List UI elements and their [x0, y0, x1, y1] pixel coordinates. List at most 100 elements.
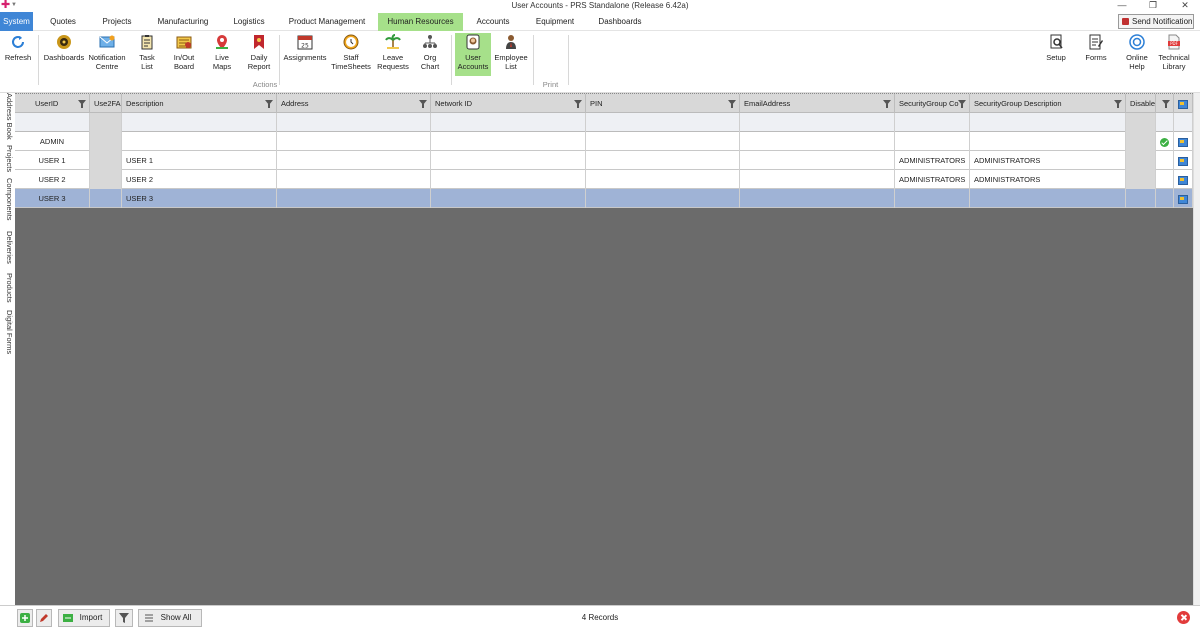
- filter-cell[interactable]: [431, 113, 586, 132]
- refresh-button[interactable]: Refresh: [3, 34, 33, 62]
- filter-icon[interactable]: [419, 100, 427, 108]
- task-list-button[interactable]: Task List: [132, 34, 162, 71]
- cell-securitygroup-code[interactable]: ADMINISTRATORS: [895, 151, 970, 170]
- send-notification-button[interactable]: Send Notification: [1118, 14, 1194, 29]
- cell-address[interactable]: [277, 170, 431, 189]
- online-help-button[interactable]: Online Help: [1122, 34, 1152, 71]
- cell-description[interactable]: USER 3: [122, 189, 277, 208]
- cell-network-id[interactable]: [431, 189, 586, 208]
- notification-centre-button[interactable]: Notification Centre: [86, 34, 128, 71]
- column-header-email[interactable]: EmailAddress: [740, 94, 895, 114]
- column-header-disable[interactable]: Disable: [1126, 94, 1156, 114]
- close-icon[interactable]: [1177, 611, 1190, 624]
- filter-cell[interactable]: [970, 113, 1126, 132]
- inout-board-button[interactable]: In/Out Board: [168, 34, 200, 71]
- column-header-use2fa[interactable]: Use2FA: [90, 94, 122, 114]
- cell-securitygroup-code[interactable]: [895, 189, 970, 208]
- column-header-description[interactable]: Description: [122, 94, 277, 114]
- cell-pin[interactable]: [586, 170, 740, 189]
- forms-button[interactable]: Forms: [1082, 34, 1110, 62]
- employee-list-button[interactable]: Employee List: [494, 34, 528, 71]
- cell-use2fa[interactable]: [90, 151, 122, 170]
- filter-icon[interactable]: [1114, 100, 1122, 108]
- tab-logistics[interactable]: Logistics: [224, 13, 274, 31]
- cell-network-id[interactable]: [431, 170, 586, 189]
- cell-network-id[interactable]: [431, 132, 586, 151]
- cell-securitygroup-description[interactable]: ADMINISTRATORS: [970, 151, 1126, 170]
- column-header-network-id[interactable]: Network ID: [431, 94, 586, 114]
- table-row[interactable]: ADMIN: [15, 132, 1193, 151]
- filter-cell[interactable]: [122, 113, 277, 132]
- cell-securitygroup-code[interactable]: ADMINISTRATORS: [895, 170, 970, 189]
- vertical-scrollbar[interactable]: [1193, 93, 1200, 605]
- close-window-button[interactable]: ✕: [1174, 0, 1196, 12]
- cell-description[interactable]: USER 2: [122, 170, 277, 189]
- filter-cell[interactable]: [740, 113, 895, 132]
- cell-action[interactable]: [1174, 132, 1193, 151]
- cell-address[interactable]: [277, 189, 431, 208]
- filter-cell[interactable]: [90, 113, 122, 132]
- table-row[interactable]: USER 1 USER 1 ADMINISTRATORS ADMINISTRATORS: [15, 151, 1193, 170]
- cell-email[interactable]: [740, 170, 895, 189]
- cell-address[interactable]: [277, 151, 431, 170]
- cell-securitygroup-description[interactable]: [970, 189, 1126, 208]
- cell-address[interactable]: [277, 132, 431, 151]
- cell-securitygroup-code[interactable]: [895, 132, 970, 151]
- side-tab-address-book[interactable]: Address Book: [0, 93, 15, 140]
- cell-status[interactable]: [1156, 132, 1174, 151]
- column-header-securitygroup-description[interactable]: SecurityGroup Description: [970, 94, 1126, 114]
- filter-icon[interactable]: [728, 100, 736, 108]
- column-header-filter[interactable]: [1156, 94, 1174, 114]
- user-accounts-button[interactable]: User Accounts: [455, 33, 491, 76]
- filter-cell[interactable]: [586, 113, 740, 132]
- cell-status[interactable]: [1156, 189, 1174, 208]
- cell-userid[interactable]: ADMIN: [15, 132, 90, 151]
- tab-product-management[interactable]: Product Management: [282, 13, 372, 31]
- row-editor-icon[interactable]: [1178, 194, 1188, 204]
- cell-email[interactable]: [740, 189, 895, 208]
- cell-network-id[interactable]: [431, 151, 586, 170]
- live-maps-button[interactable]: Live Maps: [207, 34, 237, 71]
- cell-description[interactable]: USER 1: [122, 151, 277, 170]
- filter-cell[interactable]: [895, 113, 970, 132]
- tab-projects[interactable]: Projects: [93, 13, 141, 31]
- cell-disable[interactable]: [1126, 170, 1156, 189]
- tab-human-resources[interactable]: Human Resources: [378, 13, 463, 31]
- cell-action[interactable]: [1174, 170, 1193, 189]
- filter-cell[interactable]: [1126, 113, 1156, 132]
- filter-icon[interactable]: [958, 100, 966, 108]
- row-editor-icon[interactable]: [1178, 99, 1188, 109]
- filter-icon[interactable]: [78, 100, 86, 108]
- cell-use2fa[interactable]: [90, 189, 122, 208]
- cell-securitygroup-description[interactable]: [970, 132, 1126, 151]
- side-tab-digital-forms[interactable]: Digital Forms: [0, 310, 15, 354]
- technical-library-button[interactable]: PDF Technical Library: [1156, 34, 1192, 71]
- cell-disable[interactable]: [1126, 189, 1156, 208]
- column-header-userid[interactable]: UserID: [15, 94, 90, 114]
- filter-icon[interactable]: [574, 100, 582, 108]
- row-editor-icon[interactable]: [1178, 175, 1188, 185]
- cell-email[interactable]: [740, 132, 895, 151]
- cell-action[interactable]: [1174, 151, 1193, 170]
- table-row[interactable]: USER 3 USER 3: [15, 189, 1193, 208]
- filter-cell[interactable]: [15, 113, 90, 132]
- column-header-address[interactable]: Address: [277, 94, 431, 114]
- side-tab-components[interactable]: Components: [0, 178, 15, 221]
- cell-email[interactable]: [740, 151, 895, 170]
- column-header-securitygroup-code[interactable]: SecurityGroup Co: [895, 94, 970, 114]
- cell-action[interactable]: [1174, 189, 1193, 208]
- restore-button[interactable]: ❐: [1142, 0, 1164, 12]
- side-tab-projects[interactable]: Projects: [0, 145, 15, 172]
- cell-securitygroup-description[interactable]: ADMINISTRATORS: [970, 170, 1126, 189]
- minimize-button[interactable]: —: [1111, 0, 1133, 12]
- cell-use2fa[interactable]: [90, 132, 122, 151]
- tab-system[interactable]: System: [0, 12, 33, 31]
- side-tab-products[interactable]: Products: [0, 273, 15, 303]
- leave-requests-button[interactable]: Leave Requests: [376, 34, 410, 71]
- assignments-button[interactable]: 25 Assignments: [282, 34, 328, 62]
- tab-accounts[interactable]: Accounts: [469, 13, 517, 31]
- tab-equipment[interactable]: Equipment: [527, 13, 583, 31]
- cell-use2fa[interactable]: [90, 170, 122, 189]
- cell-status[interactable]: [1156, 151, 1174, 170]
- cell-pin[interactable]: [586, 132, 740, 151]
